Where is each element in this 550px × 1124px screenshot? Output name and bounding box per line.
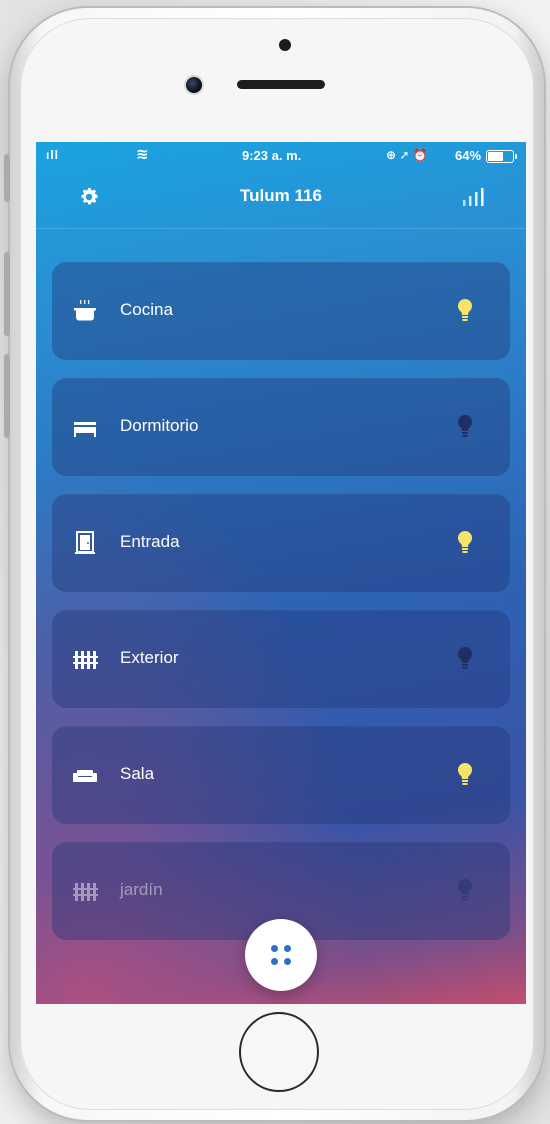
- bar-chart-icon[interactable]: [461, 186, 489, 208]
- status-icons: ⊕ ➚ ⏰: [386, 148, 428, 162]
- room-label: Cocina: [120, 300, 173, 319]
- light-bulb-icon[interactable]: [456, 646, 474, 672]
- battery-fill: [488, 152, 503, 161]
- grid-dot: [271, 958, 278, 965]
- wifi-icon: ≋: [136, 146, 149, 163]
- room-card-exterior[interactable]: Exterior: [52, 610, 510, 708]
- volume-up-button: [4, 252, 10, 336]
- status-bar: ıll ≋ 9:23 a. m. ⊕ ➚ ⏰ 64%: [36, 142, 526, 172]
- light-bulb-icon[interactable]: [456, 414, 474, 440]
- app-screen: ıll ≋ 9:23 a. m. ⊕ ➚ ⏰ 64% Tulum 116 Coc…: [36, 142, 526, 1004]
- room-label: Sala: [120, 764, 155, 783]
- bed-icon: [74, 422, 96, 437]
- light-bulb-icon[interactable]: [456, 530, 474, 556]
- signal-icon: ıll: [46, 148, 60, 162]
- volume-down-button: [4, 354, 10, 438]
- room-label: jardín: [120, 880, 163, 899]
- room-card-cocina[interactable]: Cocina: [52, 262, 510, 360]
- grid-dot: [284, 958, 291, 965]
- room-card-sala[interactable]: Sala: [52, 726, 510, 824]
- light-bulb-icon[interactable]: [456, 762, 474, 788]
- front-camera: [186, 77, 202, 93]
- cooking-pot-icon: [74, 299, 96, 321]
- grid-dot: [271, 945, 278, 952]
- page-title: Tulum 116: [240, 186, 322, 205]
- proximity-sensor: [279, 39, 291, 51]
- mute-switch: [4, 154, 10, 202]
- room-card-dormitorio[interactable]: Dormitorio: [52, 378, 510, 476]
- fence-icon: [73, 651, 98, 669]
- status-time: 9:23 a. m.: [242, 148, 302, 163]
- light-bulb-icon[interactable]: [456, 878, 474, 904]
- grid-dot: [284, 945, 291, 952]
- earpiece-speaker: [237, 80, 325, 89]
- door-icon: [75, 531, 95, 554]
- fence-icon: [73, 883, 98, 901]
- room-label: Dormitorio: [120, 416, 199, 435]
- battery-percent: 64%: [455, 148, 482, 163]
- room-label: Entrada: [120, 532, 180, 551]
- home-button[interactable]: [239, 1012, 319, 1092]
- scenes-fab-button[interactable]: [245, 919, 317, 991]
- sofa-icon: [73, 770, 97, 782]
- light-bulb-icon[interactable]: [456, 298, 474, 324]
- room-label: Exterior: [120, 648, 179, 667]
- room-card-entrada[interactable]: Entrada: [52, 494, 510, 592]
- battery-nub: [515, 154, 517, 159]
- nav-bar: Tulum 116: [36, 172, 526, 229]
- battery-icon: [486, 150, 517, 163]
